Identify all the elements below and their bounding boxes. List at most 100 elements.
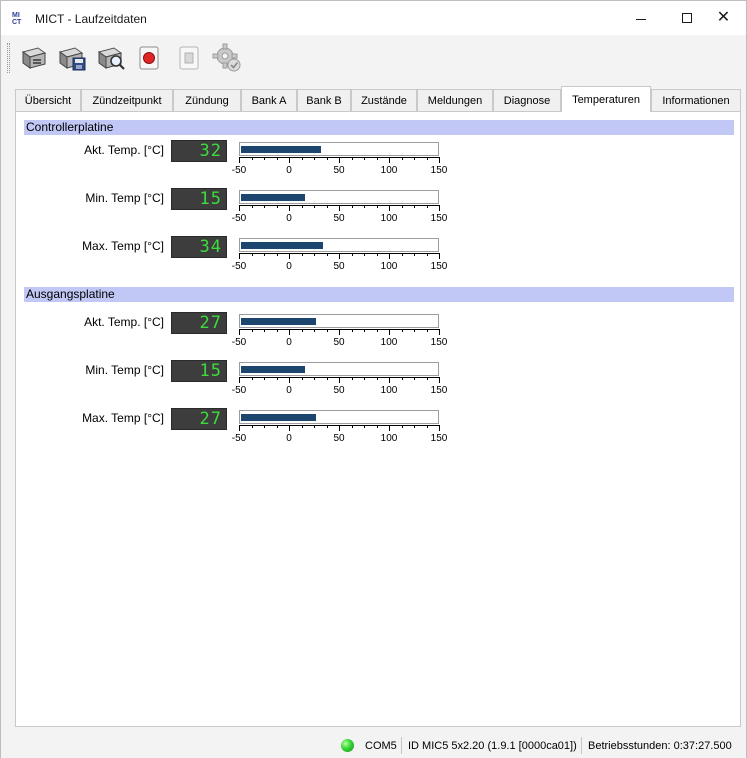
scale-minor-tick [351,253,353,256]
scale-minor-tick [314,377,315,380]
search-device-button[interactable] [95,42,127,74]
scale-tick-label: -50 [231,165,247,176]
row-label: Max. Temp [°C] [82,411,164,425]
search-device-icon [97,47,125,70]
gauge-fill [241,366,305,373]
scale-minor-tick [426,253,428,256]
gauge-scale: -50 0 50 100 150 [229,425,449,447]
scale-minor-tick [326,329,328,332]
scale-tick-label: 0 [286,337,292,348]
status-operating-hours: Betriebsstunden: 0:37:27.500 [588,740,732,752]
scale-minor-tick [251,253,253,256]
tab-bank-b[interactable]: Bank B [297,89,351,111]
scale-minor-tick [376,253,378,256]
toolbar-grip[interactable] [7,43,10,73]
gauge-fill [241,146,322,153]
settings-button[interactable] [211,42,243,74]
scale-minor-tick [426,425,428,428]
scale-minor-tick [364,329,365,332]
scale-minor-tick [414,329,415,332]
connect-device-button[interactable] [17,42,49,74]
tab-meldungen[interactable]: Meldungen [417,89,493,111]
tab-informationen[interactable]: Informationen [651,89,741,111]
scale-minor-tick [364,377,365,380]
app-logo: MI CT [12,12,28,27]
tab-bank-a[interactable]: Bank A [241,89,297,111]
app-window: MI CT MICT - Laufzeitdaten ✕ Übersicht Z… [0,0,747,758]
scale-major-tick [339,329,340,335]
window-title: MICT - Laufzeitdaten [35,12,147,26]
scale-major-tick [239,253,240,259]
gauge-scale: -50 0 50 100 150 [229,253,449,275]
scale-minor-tick [351,425,353,428]
temp-display: 15 [171,360,227,382]
scale-minor-tick [426,205,428,208]
scale-major-tick [289,377,290,383]
scale-tick-label: -50 [231,261,247,272]
tab-zuendzeitpunkt[interactable]: Zündzeitpunkt [81,89,173,111]
record-icon [139,46,159,70]
scale-major-tick [389,157,390,163]
scale-minor-tick [401,329,403,332]
scale-minor-tick [351,205,353,208]
scale-tick-label: 100 [380,165,398,176]
scale-minor-tick [276,205,278,208]
minimize-button[interactable] [618,1,664,35]
tab-uebersicht[interactable]: Übersicht [15,89,81,111]
tab-strip: Übersicht Zündzeitpunkt Zündung Bank A B… [15,86,741,112]
scale-minor-tick [264,329,265,332]
scale-tick-label: -50 [231,213,247,224]
tab-zustaende[interactable]: Zustände [351,89,417,111]
scale-tick-label: 0 [286,165,292,176]
scale-minor-tick [326,205,328,208]
gauge-scale: -50 0 50 100 150 [229,377,449,399]
temp-display: 27 [171,408,227,430]
scale-minor-tick [276,253,278,256]
minimize-icon [636,18,646,20]
scale-minor-tick [376,425,378,428]
scale-minor-tick [264,425,265,428]
scale-major-tick [239,425,240,431]
tab-diagnose[interactable]: Diagnose [493,89,561,111]
scale-major-tick [439,377,440,383]
scale-major-tick [239,377,240,383]
scale-minor-tick [276,377,278,380]
settings-gear-icon [212,43,241,72]
scale-minor-tick [376,377,378,380]
scale-tick-label: 50 [333,433,345,444]
save-data-button[interactable] [56,42,88,74]
scale-minor-tick [426,157,428,160]
scale-tick-label: -50 [231,385,247,396]
scale-minor-tick [314,253,315,256]
scale-tick-label: 0 [286,261,292,272]
scale-minor-tick [301,329,303,332]
app-logo-top: MI [12,12,20,19]
scale-tick-label: -50 [231,433,247,444]
scale-minor-tick [314,329,315,332]
record-button[interactable] [133,42,165,74]
scale-minor-tick [276,157,278,160]
scale-minor-tick [401,157,403,160]
connection-status-icon [341,739,354,752]
stop-button[interactable] [173,42,205,74]
scale-minor-tick [301,253,303,256]
save-data-icon [58,47,86,71]
tab-zuendung[interactable]: Zündung [173,89,241,111]
scale-minor-tick [364,205,365,208]
scale-minor-tick [301,425,303,428]
scale-major-tick [289,253,290,259]
scale-tick-label: 150 [430,433,448,444]
scale-tick-label: 100 [380,337,398,348]
close-button[interactable]: ✕ [701,1,746,35]
scale-minor-tick [301,377,303,380]
row-label: Max. Temp [°C] [82,239,164,253]
scale-tick-label: 150 [430,213,448,224]
status-bar: COM5 ID MIC5 5x2.20 (1.9.1 [0000ca01]) B… [1,734,746,758]
scale-minor-tick [376,157,378,160]
stop-icon [179,46,199,70]
section-header-ausgangsplatine: Ausgangsplatine [24,287,734,302]
scale-tick-label: 0 [286,433,292,444]
tab-temperaturen[interactable]: Temperaturen [561,86,651,112]
app-logo-bottom: CT [12,19,22,26]
scale-minor-tick [264,253,265,256]
